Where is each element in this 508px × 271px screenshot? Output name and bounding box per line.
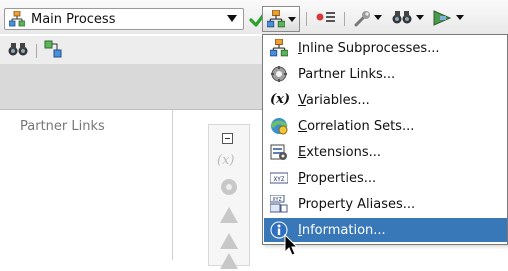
inline-subprocess-icon [270, 39, 288, 57]
layout-icon[interactable] [44, 40, 62, 58]
chevron-down-icon[interactable] [374, 15, 382, 20]
triangle-icon[interactable] [218, 205, 240, 225]
menu-item-mnemonic: E [298, 144, 307, 160]
partner-links-icon [271, 66, 287, 82]
toolbar-separator [306, 12, 307, 26]
chevron-down-icon[interactable] [416, 15, 424, 20]
menu-item-partner-links[interactable]: Partner Links... [264, 62, 507, 86]
menu-item-variables[interactable]: (x) Variables... [264, 88, 507, 112]
process-tools-icon [267, 10, 285, 28]
menu-item-properties[interactable]: XYZ Properties... [264, 166, 507, 190]
variable-icon[interactable]: (x) [217, 153, 234, 168]
variables-icon: (x) [270, 92, 291, 107]
svg-text:XYZ: XYZ [274, 176, 285, 183]
menu-item-label: orrelation Sets... [307, 118, 415, 134]
triangle-icon[interactable] [218, 231, 240, 251]
process-select-value: Main Process [31, 11, 116, 27]
chevron-down-icon [227, 15, 237, 22]
menu-item-property-aliases[interactable]: XYZ Property Aliases... [264, 192, 507, 216]
correlation-sets-icon [270, 118, 288, 135]
menu-item-label: nformation... [301, 222, 386, 238]
extensions-icon [270, 144, 287, 160]
chevron-down-icon [288, 17, 296, 22]
menu-item-mnemonic: V [298, 92, 306, 108]
menu-item-label: xtensions... [306, 144, 381, 160]
menu-item-label: Partner Links... [298, 66, 396, 82]
gear-icon[interactable] [219, 177, 239, 197]
wrench-icon[interactable] [354, 9, 372, 27]
toolbar-separator [344, 12, 345, 26]
menu-item-label: roperties... [305, 170, 377, 186]
triangle-icon[interactable] [218, 251, 240, 271]
partner-links-panel-title: Partner Links [20, 119, 105, 134]
component-palette: (x) [208, 124, 250, 269]
menu-item-label: Property Aliases... [298, 196, 416, 212]
breakpoint-list-icon[interactable] [316, 9, 336, 25]
menu-item-information[interactable]: Information... [264, 218, 507, 242]
property-aliases-icon: XYZ [270, 195, 288, 213]
toolbar-separator [36, 44, 37, 58]
collapse-icon[interactable] [222, 133, 233, 144]
process-tools-dropdown-button[interactable] [262, 6, 300, 32]
menu-item-inline-subprocesses[interactable]: Inline Subprocesses... [264, 36, 507, 60]
binoculars-icon[interactable] [8, 41, 28, 57]
menu-item-correlation-sets[interactable]: Correlation Sets... [264, 114, 507, 138]
designer-band [0, 64, 262, 110]
mouse-pointer-icon [284, 234, 299, 256]
svg-text:XYZ: XYZ [272, 197, 281, 203]
menu-item-mnemonic: P [298, 170, 306, 186]
menu-item-label: nline Subprocesses... [301, 40, 440, 56]
main-toolbar: Main Process [0, 0, 508, 34]
panel-divider [172, 110, 173, 260]
chevron-down-icon[interactable] [456, 15, 464, 20]
process-select[interactable]: Main Process [4, 8, 244, 30]
menu-item-mnemonic: C [298, 118, 308, 134]
properties-icon: XYZ [270, 172, 288, 184]
process-tools-menu: Inline Subprocesses... Partner Links... … [262, 34, 508, 245]
arrow-tool-icon[interactable] [432, 9, 452, 27]
menu-item-label: ariables... [305, 92, 370, 108]
secondary-toolbar [0, 36, 262, 64]
binoculars-icon[interactable] [392, 9, 412, 25]
process-icon [9, 11, 25, 27]
menu-item-extensions[interactable]: Extensions... [264, 140, 507, 164]
